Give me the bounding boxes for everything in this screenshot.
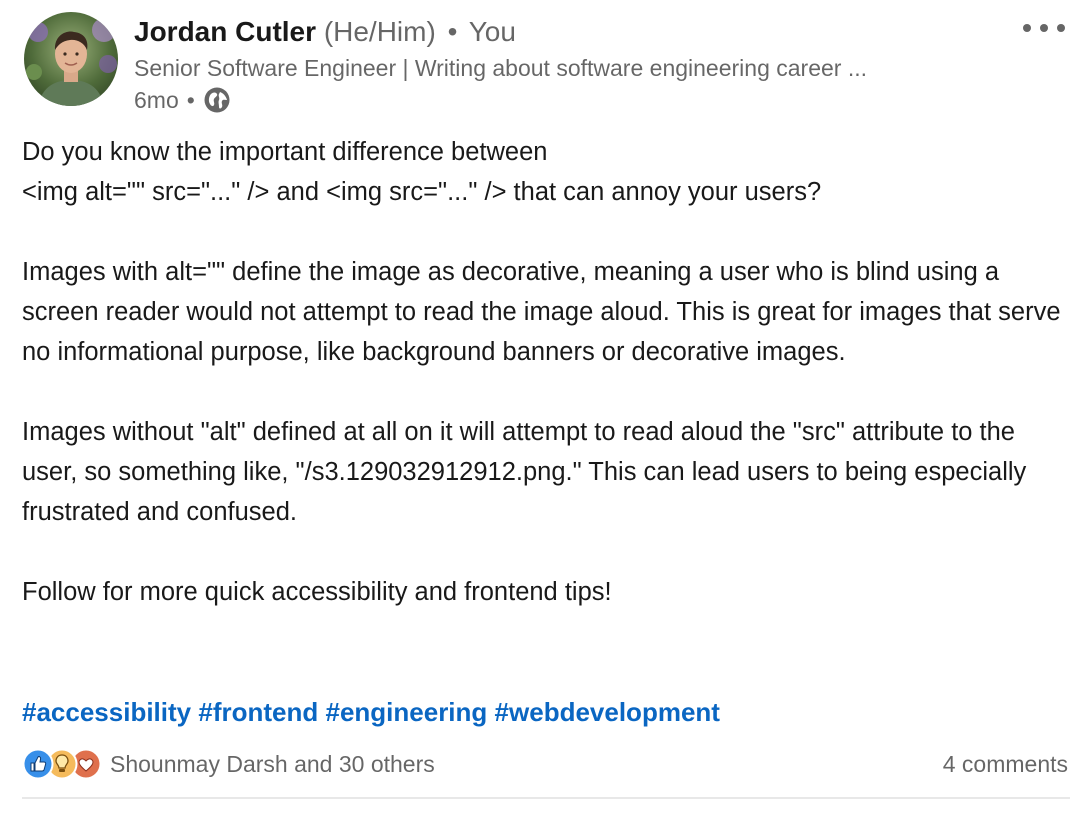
reactions-summary[interactable]: Shounmay Darsh and 30 others xyxy=(22,746,435,782)
divider xyxy=(22,797,1070,799)
reaction-icons xyxy=(22,748,102,780)
author-pronouns: (He/Him) xyxy=(323,16,436,47)
post-paragraph-4: Follow for more quick accessibility and … xyxy=(22,578,612,606)
relation-label: You xyxy=(468,16,516,47)
post-paragraph-3: Images without "alt" defined at all on i… xyxy=(22,418,1027,526)
post-body: Do you know the important difference bet… xyxy=(22,132,1072,612)
post-paragraph-2: Images with alt="" define the image as d… xyxy=(22,258,1061,366)
reactions-text: Shounmay Darsh and 30 others xyxy=(110,750,435,777)
feed-post: Jordan Cutler (He/Him) • You Senior Soft… xyxy=(0,0,1092,818)
post-paragraph-1: Do you know the important difference bet… xyxy=(22,132,1072,212)
separator-dot: • xyxy=(447,16,458,47)
globe-icon xyxy=(203,86,231,114)
author-name-line: Jordan Cutler (He/Him) • You xyxy=(134,14,516,50)
hashtag-link[interactable]: #webdevelopment xyxy=(495,697,720,727)
post-time[interactable]: 6mo xyxy=(134,84,179,116)
more-options-button[interactable] xyxy=(1016,14,1072,42)
like-icon xyxy=(22,748,54,780)
ellipsis-icon xyxy=(1023,24,1065,32)
hashtag-list: #accessibility #frontend #engineering #w… xyxy=(22,692,720,732)
post-line: <img alt="" src="..." /> and <img src=".… xyxy=(22,178,822,206)
hashtag-link[interactable]: #engineering xyxy=(325,697,487,727)
author-avatar[interactable] xyxy=(24,12,118,106)
comments-count-link[interactable]: 4 comments xyxy=(943,746,1068,782)
author-name[interactable]: Jordan Cutler xyxy=(134,16,316,47)
author-headline[interactable]: Senior Software Engineer | Writing about… xyxy=(134,52,867,84)
separator-dot: • xyxy=(186,87,195,113)
post-line: Do you know the important difference bet… xyxy=(22,138,548,166)
post-meta: 6mo • xyxy=(134,84,231,116)
hashtag-link[interactable]: #accessibility xyxy=(22,697,191,727)
hashtag-link[interactable]: #frontend xyxy=(198,697,318,727)
